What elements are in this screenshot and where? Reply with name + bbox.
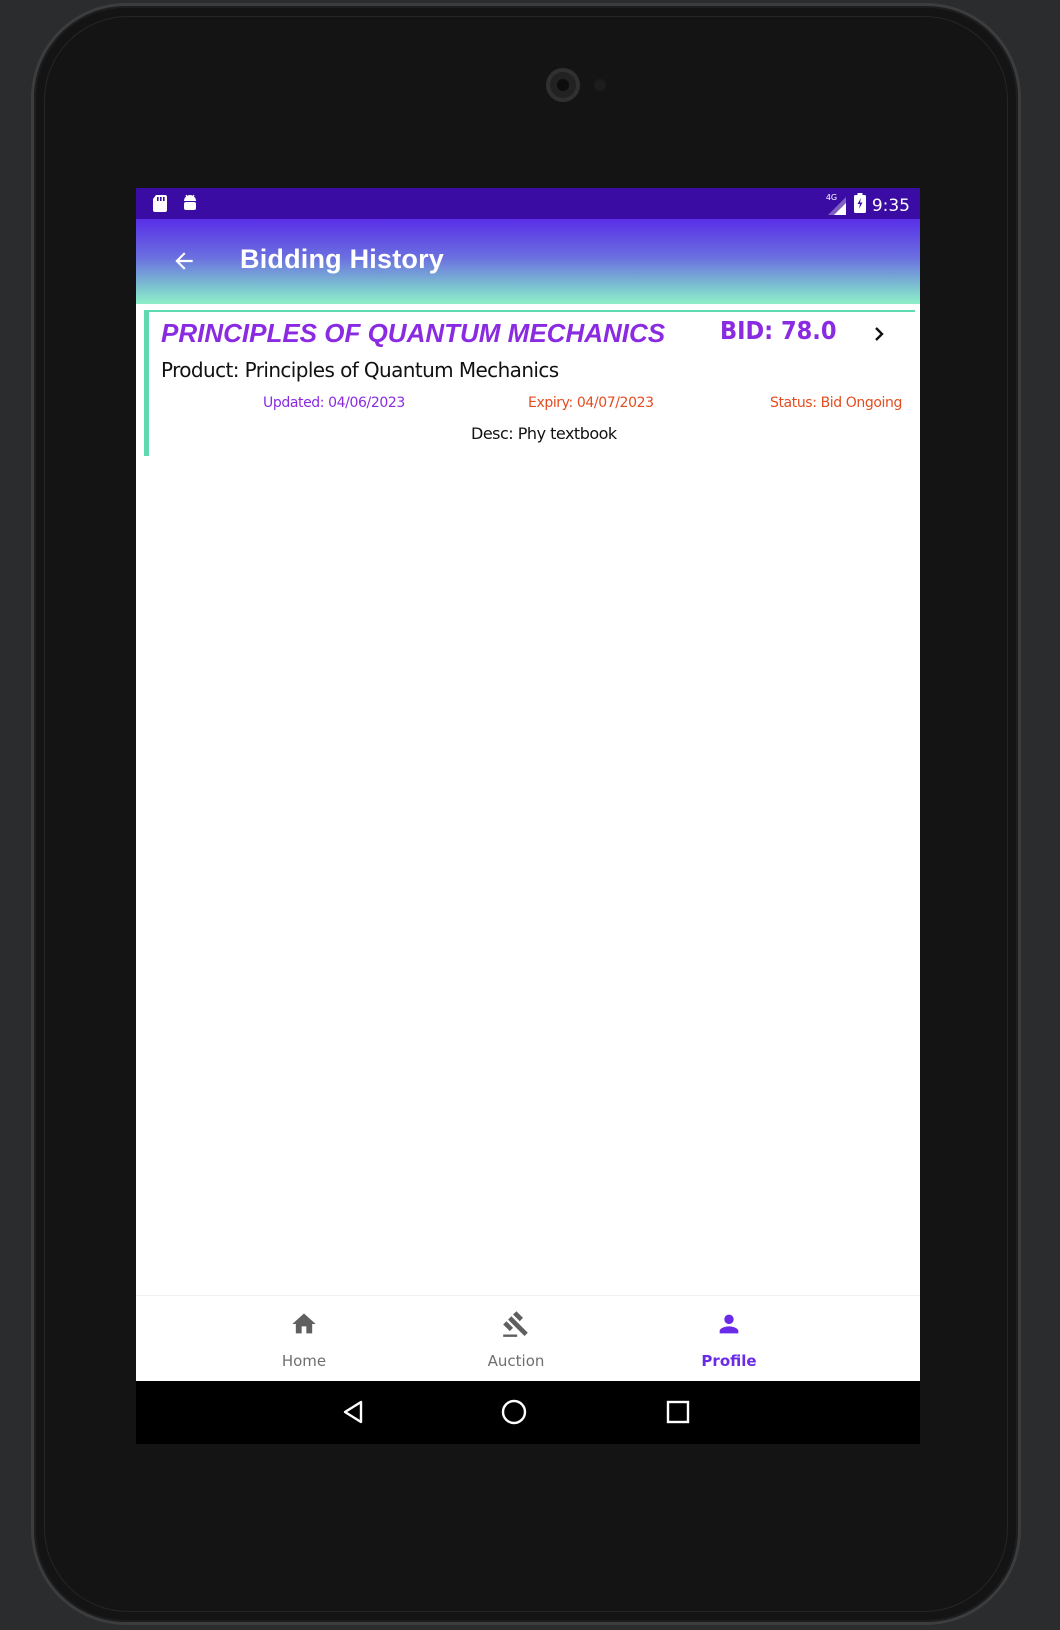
sd-card-icon: [152, 194, 168, 212]
bid-product: Product: Principles of Quantum Mechanics: [161, 358, 559, 382]
nav-label-profile: Profile: [701, 1352, 757, 1370]
nav-label-home: Home: [281, 1352, 327, 1370]
bid-card-title: PRINCIPLES OF QUANTUM MECHANICS: [161, 318, 666, 348]
person-icon: [719, 1314, 739, 1334]
status-time: 9:35: [871, 195, 910, 216]
front-camera: [546, 68, 580, 102]
nav-item-profile[interactable]: Profile: [629, 1296, 829, 1382]
nav-label-auction: Auction: [487, 1352, 545, 1370]
system-navigation-bar: [136, 1381, 920, 1444]
bid-status: Status: Bid Ongoing: [769, 395, 902, 411]
bid-updated-date: Updated: 04/06/2023: [263, 395, 405, 411]
bid-expiry-date: Expiry: 04/07/2023: [528, 395, 654, 411]
bid-amount: BID: 78.0: [720, 316, 837, 345]
status-right: 4G 9:35: [826, 193, 910, 218]
signal-icon: 4G: [825, 192, 848, 216]
arrow-back-icon: [175, 252, 193, 270]
android-icon: [182, 194, 198, 212]
nav-item-auction[interactable]: Auction: [416, 1296, 616, 1382]
gavel-icon: [503, 1311, 528, 1337]
back-button[interactable]: [166, 243, 202, 279]
bid-card[interactable]: PRINCIPLES OF QUANTUM MECHANICS BID: 78.…: [144, 310, 915, 456]
chevron-right-icon[interactable]: [869, 324, 889, 344]
network-badge: 4G: [825, 192, 838, 202]
battery-icon: [853, 193, 866, 218]
home-circle-icon[interactable]: [499, 1397, 529, 1427]
nav-item-home[interactable]: Home: [204, 1296, 404, 1382]
bid-description: Desc: Phy textbook: [471, 424, 617, 443]
home-icon: [292, 1313, 316, 1334]
status-left-icons: [152, 194, 198, 212]
recents-square-icon[interactable]: [663, 1397, 693, 1427]
light-sensor: [594, 79, 606, 91]
status-bar: 4G 9:35: [136, 188, 920, 219]
back-triangle-icon[interactable]: [339, 1397, 369, 1427]
bottom-navigation: Home Auction Profile: [136, 1295, 920, 1382]
app-bar: Bidding History: [136, 219, 920, 304]
screen: 4G 9:35 Bidding History PRINCIPLES OF QU…: [136, 188, 920, 1444]
page-title: Bidding History: [240, 244, 444, 274]
